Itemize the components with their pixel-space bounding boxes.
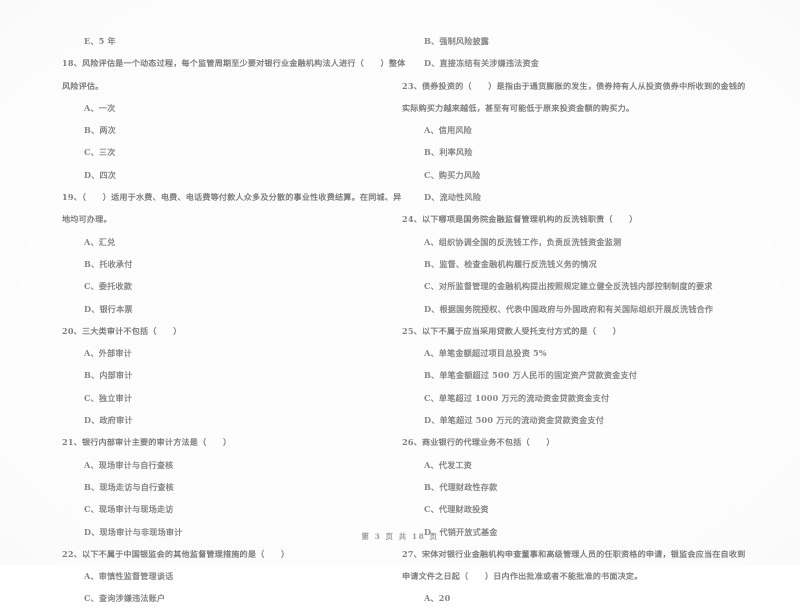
- question-25-option-a: A、单笔金额超过项目总投资 5%: [424, 348, 547, 359]
- question-18-option-d: D、四次: [84, 169, 117, 180]
- question-25-option-c: C、单笔超过 1000 万元的流动资金贷款资金支付: [424, 392, 610, 403]
- question-20: 20、三大类审计不包括（ ） A、外部审计 B、内部审计 C、独立审计 D、政府…: [62, 320, 402, 431]
- question-21: 21、银行内部审计主要的审计方法是（ ） A、现场审计与自行查核 B、现场走访与…: [62, 431, 402, 542]
- question-23-stem-line-1: 23、债券投资的（ ）是指由于通货膨胀的发生，债券持有人从投资债券中所收到的金钱…: [402, 80, 746, 91]
- question-18-option-b: B、两次: [84, 125, 116, 136]
- question-24-option-b: B、监督、检查金融机构履行反洗钱义务的情况: [424, 258, 597, 269]
- question-25-option-b: B、单笔金额超过 500 万人民币的固定资产贷款资金支付: [424, 370, 638, 381]
- question-23-option-b: B、利率风险: [424, 147, 473, 158]
- question-25-option-d: D、单笔超过 500 万元的流动资金贷款资金支付: [424, 415, 605, 426]
- question-21-option-a: A、现场审计与自行查核: [84, 459, 174, 470]
- question-26-option-b: B、代理财政性存款: [424, 481, 498, 492]
- question-24-option-a: A、组织协调全国的反洗钱工作，负责反洗钱资金监测: [424, 236, 622, 247]
- left-column: E、5 年 18、风险评估是一个动态过程，每个监管周期至少要对银行业金融机构法人…: [62, 30, 406, 610]
- question-24-option-d: D、根据国务院授权、代表中国政府与外国政府和有关国际组织开展反洗钱合作: [424, 303, 714, 314]
- question-25-stem-line-1: 25、以下不属于应当采用贷款人受托支付方式的是（ ）: [402, 325, 622, 336]
- question-20-option-c: C、独立审计: [84, 392, 133, 403]
- question-20-option-b: B、内部审计: [84, 370, 133, 381]
- question-19-option-d: D、银行本票: [84, 303, 133, 314]
- question-23-option-c: C、购买力风险: [424, 169, 481, 180]
- question-27-option-a: A、20: [424, 593, 451, 604]
- question-19-stem-line-2: 地均可办理。: [62, 214, 112, 225]
- question-19-option-c: C、委托收款: [84, 281, 133, 292]
- question-26-option-c: C、代理财政投资: [424, 504, 489, 515]
- question-18-stem-line-2: 风险评估。: [62, 80, 104, 91]
- question-18-option-c: C、三次: [84, 147, 116, 158]
- question-25: 25、以下不属于应当采用贷款人受托支付方式的是（ ） A、单笔金额超过项目总投资…: [402, 320, 742, 431]
- question-19-option-b: B、托收承付: [84, 258, 133, 269]
- question-21-option-c: C、现场审计与现场走访: [84, 504, 174, 515]
- question-26: 26、商业银行的代理业务不包括（ ） A、代发工资 B、代理财政性存款 C、代理…: [402, 431, 742, 542]
- question-21-option-b: B、现场走访与自行查核: [84, 481, 174, 492]
- question-23-stem-line-2: 实际购买力越来越低，甚至有可能低于原来投资金额的购买力。: [402, 102, 635, 113]
- orphan-option-e: E、5 年: [84, 36, 116, 46]
- question-22: 22、以下不属于中国银监会的其他监督管理措施的是（ ） A、审慎性监督管理谈话 …: [62, 543, 402, 610]
- question-24-stem-line-1: 24、以下哪项是国务院金融监督管理机构的反洗钱职责（ ）: [402, 214, 638, 225]
- page-footer: 第 3 页 共 18 页: [361, 532, 439, 541]
- question-19-stem-line-1: 19、（ ）适用于水费、电费、电话费等付款人众多及分散的事业性收费结算。在同城、…: [62, 192, 402, 203]
- question-23-option-a: A、信用风险: [424, 125, 472, 136]
- question-22-option-c: C、查询涉嫌违法账户: [84, 593, 166, 604]
- question-24-option-c: C、对所监督管理的金融机构提出按照规定建立健全反洗钱内部控制制度的要求: [424, 281, 713, 292]
- question-19-option-a: A、汇兑: [84, 236, 116, 247]
- question-23: 23、债券投资的（ ）是指由于通货膨胀的发生，债券持有人从投资债券中所收到的金钱…: [402, 75, 746, 209]
- question-27: 27、宋体对银行业金融机构申查董事和高级管理人员的任职资格的申请，银监会应当在自…: [402, 543, 746, 610]
- orphan-option-b: B、强制风险披露: [424, 36, 490, 46]
- question-23-option-d: D、流动性风险: [424, 192, 481, 203]
- orphan-option-d: D、直接冻结有关涉嫌违法资金: [424, 58, 540, 69]
- question-18: 18、风险评估是一个动态过程，每个监管周期至少要对银行业金融机构法人进行（ ）整…: [62, 52, 406, 186]
- question-22-stem-line-1: 22、以下不属于中国银监会的其他监督管理措施的是（ ）: [62, 548, 290, 559]
- question-20-option-d: D、政府审计: [84, 415, 133, 426]
- question-21-stem-line-1: 21、银行内部审计主要的审计方法是（ ）: [62, 437, 232, 448]
- question-20-option-a: A、外部审计: [84, 348, 132, 359]
- scanned-exam-page: E、5 年 18、风险评估是一个动态过程，每个监管周期至少要对银行业金融机构法人…: [0, 0, 800, 603]
- question-18-option-a: A、一次: [84, 102, 116, 113]
- question-22-option-a: A、审慎性监督管理谈话: [84, 571, 174, 582]
- question-26-option-a: A、代发工资: [424, 459, 472, 470]
- question-27-stem-line-2: 申请文件之日起（ ）日内作出批准或者不能批准的书面决定。: [402, 571, 643, 582]
- question-24: 24、以下哪项是国务院金融监督管理机构的反洗钱职责（ ） A、组织协调全国的反洗…: [402, 208, 742, 319]
- question-26-stem-line-1: 26、商业银行的代理业务不包括（ ）: [402, 437, 555, 448]
- question-18-stem-line-1: 18、风险评估是一个动态过程，每个监管周期至少要对银行业金融机构法人进行（ ）整…: [62, 58, 406, 69]
- question-20-stem-line-1: 20、三大类审计不包括（ ）: [62, 325, 182, 336]
- question-19: 19、（ ）适用于水费、电费、电话费等付款人众多及分散的事业性收费结算。在同城、…: [62, 186, 402, 320]
- question-27-stem-line-1: 27、宋体对银行业金融机构申查董事和高级管理人员的任职资格的申请，银监会应当在自…: [402, 548, 746, 559]
- right-column: B、强制风险披露 D、直接冻结有关涉嫌违法资金 23、债券投资的（ ）是指由于通…: [402, 30, 746, 610]
